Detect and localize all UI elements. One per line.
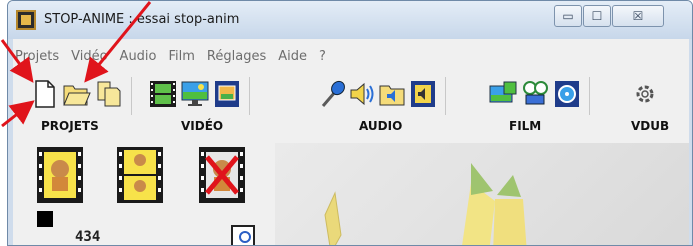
microphone-icon[interactable] (319, 79, 347, 109)
window-title: STOP-ANIME : essai stop-anim (44, 12, 240, 27)
speaker-icon[interactable] (349, 79, 377, 109)
new-file-icon[interactable] (31, 79, 59, 109)
camera-settings-icon[interactable] (231, 225, 255, 245)
client-area: Projets Vidéo Audio Film Réglages Aide ? (13, 39, 689, 245)
toolbar-label-projets: PROJETS (41, 119, 99, 133)
left-panel: 434 (13, 139, 271, 245)
menu-reglages[interactable]: Réglages (201, 49, 272, 64)
film-landscape-icon[interactable] (489, 79, 517, 109)
toolbar-separator (131, 77, 132, 115)
preview-image (324, 163, 527, 245)
menu-bar: Projets Vidéo Audio Film Réglages Aide ? (13, 45, 689, 67)
toolbar-label-vdub: VDUB (631, 119, 670, 133)
film-character-double-icon[interactable] (117, 147, 163, 203)
app-logo-icon (16, 10, 36, 30)
film-character-deleted-icon[interactable] (199, 147, 245, 203)
color-swatch[interactable] (37, 211, 53, 227)
film-reel-icon[interactable] (553, 79, 581, 109)
maximize-button[interactable]: ☐ (583, 5, 611, 27)
monitor-landscape-icon[interactable] (181, 79, 209, 109)
film-strip-icon[interactable] (149, 79, 177, 109)
toolbar: PROJETS VIDÉO AUDIO FILM VDUB (13, 71, 689, 135)
audio-folder-icon[interactable] (379, 79, 407, 109)
content-area: 434 (13, 139, 689, 245)
toolbar-label-audio: AUDIO (359, 119, 403, 133)
menu-audio[interactable]: Audio (114, 49, 163, 64)
video-preview (275, 143, 689, 245)
menu-projets[interactable]: Projets (13, 49, 65, 64)
toolbar-label-video: VIDÉO (181, 119, 224, 133)
copy-files-icon[interactable] (95, 79, 123, 109)
film-projector-icon[interactable] (521, 79, 549, 109)
toolbar-separator (445, 77, 446, 115)
gear-icon[interactable] (631, 79, 659, 109)
title-bar[interactable]: STOP-ANIME : essai stop-anim ▭ ☐ ☒ (8, 1, 692, 39)
menu-film[interactable]: Film (163, 49, 201, 64)
app-window: STOP-ANIME : essai stop-anim ▭ ☐ ☒ Proje… (7, 0, 693, 246)
toolbar-separator (589, 77, 590, 115)
menu-video[interactable]: Vidéo (65, 49, 113, 64)
frame-counter: 434 (75, 229, 101, 245)
film-frame-icon[interactable] (213, 79, 241, 109)
film-character-icon[interactable] (37, 147, 83, 203)
menu-help[interactable]: ? (313, 49, 332, 64)
audio-film-icon[interactable] (409, 79, 437, 109)
close-button[interactable]: ☒ (612, 5, 664, 27)
toolbar-label-film: FILM (509, 119, 542, 133)
minimize-button[interactable]: ▭ (554, 5, 582, 27)
open-folder-icon[interactable] (63, 79, 91, 109)
menu-aide[interactable]: Aide (272, 49, 313, 64)
toolbar-separator (249, 77, 250, 115)
